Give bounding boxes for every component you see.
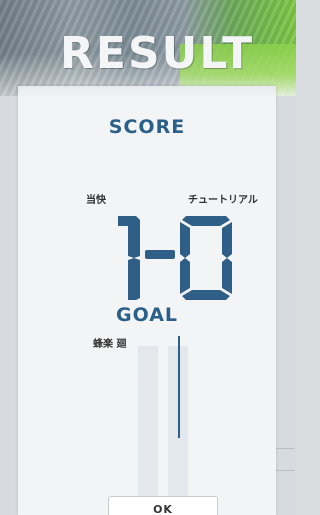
result-banner: RESULT	[0, 0, 296, 96]
result-card: SCORE 当快 チュートリアル GOAL 蜂楽 廻	[18, 86, 276, 515]
away-score-digit	[180, 216, 232, 300]
score-label: SCORE	[108, 116, 186, 138]
home-team-name: 当快	[86, 195, 106, 206]
away-team-name: チュートリアル	[188, 195, 258, 206]
ok-button[interactable]: OK	[108, 496, 218, 515]
result-screen: RESULT SCORE 当快 チュートリアル GOAL 蜂楽 廻 OK	[0, 0, 296, 515]
goal-label: GOAL	[115, 304, 179, 326]
result-title: RESULT	[60, 28, 255, 79]
background-watermark	[138, 346, 248, 496]
goal-scorer: 蜂楽 廻	[93, 339, 127, 350]
score-dash	[145, 250, 175, 259]
home-score-digit	[118, 216, 140, 300]
edge-tick	[276, 470, 294, 471]
edge-tick	[276, 448, 294, 449]
